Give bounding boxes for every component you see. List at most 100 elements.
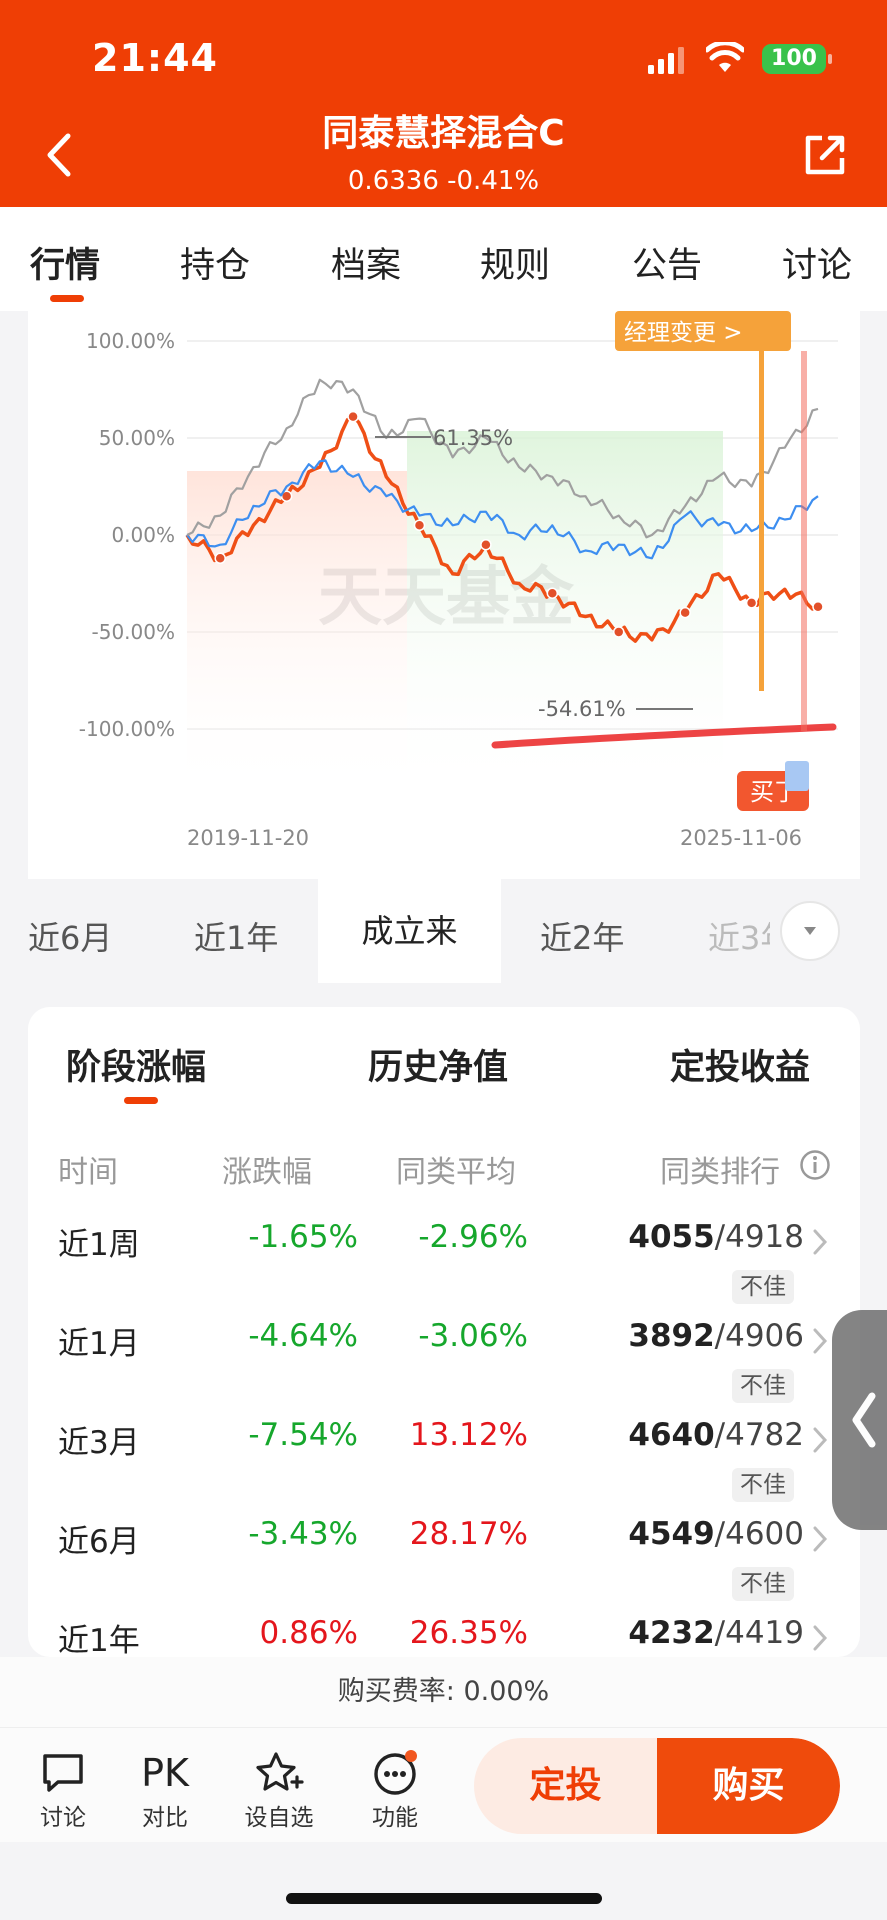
tab-holdings[interactable]: 持仓 [180,237,250,288]
row-change: -7.54% [248,1417,358,1453]
chevron-right-icon[interactable] [810,1425,830,1455]
status-time: 21:44 [92,36,218,80]
max-return-label: 61.35% [433,426,513,450]
dropdown-caret-icon [804,927,816,935]
row-rank[interactable]: 3892/4906 [564,1318,804,1354]
row-rank[interactable]: 4232/4419 [564,1615,804,1651]
y-tick-label: 100.00% [86,329,175,353]
max-annotation: 61.35% [375,426,513,450]
pk-icon: PK [141,1751,189,1795]
tab-announcements[interactable]: 公告 [632,237,702,288]
col-header-change: 涨跌幅 [222,1155,312,1190]
discuss-button[interactable]: 讨论 [18,1750,108,1832]
row-change: -4.64% [248,1318,358,1354]
trade-point [480,538,492,551]
chevron-right-icon[interactable] [810,1326,830,1356]
period-since-inception[interactable]: 成立来 [318,879,501,983]
chevron-right-icon[interactable] [810,1623,830,1653]
chat-bubble-icon [43,1754,83,1792]
row-rank-value: 4640 [628,1417,715,1453]
row-period: 近3月 [58,1425,140,1461]
row-category-avg: 26.35% [409,1615,528,1651]
side-drawer-handle[interactable] [832,1310,887,1530]
y-tick-label: -50.00% [92,620,175,644]
compare-button[interactable]: PK 对比 [120,1750,210,1832]
row-rank-total: /4600 [714,1516,804,1552]
tab-rules[interactable]: 规则 [480,237,550,288]
row-rank[interactable]: 4549/4600 [564,1516,804,1552]
row-change: -1.65% [248,1219,358,1255]
functions-button[interactable]: 功能 [350,1750,440,1832]
trade-point [612,626,625,638]
period-more-button[interactable] [780,901,840,961]
panel-tab-sip-return[interactable]: 定投收益 [670,1039,810,1090]
rank-rating-badge: 不佳 [732,1270,794,1304]
row-rank-total: /4419 [714,1615,804,1651]
purchase-fee-rate: 购买费率: 0.00% [0,1657,887,1727]
share-icon[interactable] [800,130,850,180]
panel-tab-stage-return[interactable]: 阶段涨幅 [66,1039,206,1090]
stage-shade-up [187,471,407,799]
y-tick-label: 0.00% [111,523,175,547]
row-category-avg: -2.96% [418,1219,528,1255]
panel-tab-history-nav[interactable]: 历史净值 [368,1039,508,1090]
row-category-avg: -3.06% [418,1318,528,1354]
period-selector: 近6月 近1年 成立来 近2年 近3年 [0,879,887,983]
wifi-icon [706,42,744,72]
row-period: 近1周 [58,1227,140,1263]
row-rank-total: /4918 [714,1219,804,1255]
row-category-avg: 13.12% [409,1417,528,1453]
period-3y[interactable]: 近3年 [708,913,770,959]
compare-label: 对比 [142,1805,188,1831]
active-tab-indicator [50,295,84,302]
row-rank-value: 3892 [628,1318,715,1354]
fund-title: 同泰慧择混合C [322,113,565,154]
rank-rating-badge: 不佳 [732,1567,794,1601]
buy-button[interactable]: 购买 [657,1738,840,1834]
row-rank[interactable]: 4055/4918 [564,1219,804,1255]
tab-discussion[interactable]: 讨论 [782,237,852,288]
tab-market[interactable]: 行情 [30,237,100,288]
row-period: 近6月 [58,1524,140,1560]
tab-profile[interactable]: 档案 [331,237,401,288]
trade-point [413,519,426,532]
performance-chart[interactable]: 100.00% 50.00% 0.00% -50.00% -100.00% 天天基金 6… [28,311,860,879]
chevron-right-icon[interactable] [810,1227,830,1257]
period-6m[interactable]: 近6月 [28,913,112,959]
row-rank-value: 4055 [628,1219,715,1255]
performance-chart-card: 100.00% 50.00% 0.00% -50.00% -100.00% 天天基金 6… [28,311,860,879]
chevron-left-icon [852,1392,876,1448]
x-axis-end-date: 2025-11-06 [680,826,802,850]
star-plus-icon [256,1752,304,1791]
battery-indicator: 100 [762,44,832,74]
row-change: 0.86% [259,1615,358,1651]
chart-y-axis: 100.00% 50.00% 0.00% -50.00% -100.00% [79,329,175,741]
row-rank-total: /4782 [714,1417,804,1453]
col-header-category-avg: 同类平均 [396,1155,516,1190]
y-tick-label: 50.00% [99,426,175,450]
manager-change-label: 经理变更 > [624,320,743,346]
discuss-label: 讨论 [40,1805,86,1831]
rank-rating-badge: 不佳 [732,1369,794,1403]
min-return-label: -54.61% [538,697,626,721]
chevron-right-icon[interactable] [810,1524,830,1554]
row-rank-value: 4232 [628,1615,715,1651]
info-icon[interactable] [799,1149,831,1181]
row-rank-total: /4906 [714,1318,804,1354]
trade-point [812,601,824,613]
bottom-action-bar: 讨论 PK 对比 设自选 功能 定投 购买 [0,1727,887,1842]
sip-button[interactable]: 定投 [474,1738,657,1834]
cellular-signal-icon [648,47,684,74]
more-dots-icon [374,1750,417,1795]
period-1y[interactable]: 近1年 [194,913,278,959]
trade-point [546,587,559,599]
row-rank[interactable]: 4640/4782 [564,1417,804,1453]
bought-marker[interactable]: 买了 [737,351,809,811]
trade-point [347,410,359,423]
period-2y[interactable]: 近2年 [540,913,624,959]
trade-point [214,552,226,565]
trade-point [679,606,691,619]
watch-label: 设自选 [244,1805,314,1831]
y-tick-label: -100.00% [79,717,175,741]
add-watchlist-button[interactable]: 设自选 [234,1750,324,1832]
